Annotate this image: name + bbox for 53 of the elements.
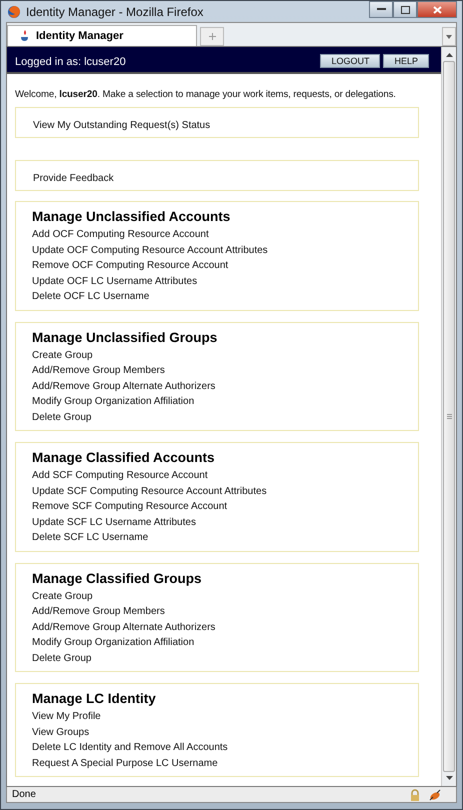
menu-link[interactable]: Delete Group: [32, 650, 92, 666]
section-heading: Manage Unclassified Accounts: [32, 208, 230, 226]
menu-link[interactable]: Modify Group Organization Affiliation: [32, 394, 194, 410]
menu-link[interactable]: Update SCF LC Username Attributes: [32, 514, 196, 530]
minimize-button[interactable]: [369, 1, 393, 18]
menu-link[interactable]: Create Group: [32, 348, 93, 363]
menu-link[interactable]: Add/Remove Group Members: [32, 363, 165, 378]
menu-link[interactable]: Update OCF LC Username Attributes: [32, 274, 198, 289]
menu-link[interactable]: Delete Group: [32, 410, 92, 425]
menu-link[interactable]: View Groups: [32, 724, 90, 740]
menu-link[interactable]: Add SCF Computing Resource Account: [32, 468, 208, 484]
minimize-icon: [376, 8, 386, 11]
menu-link[interactable]: Delete OCF LC Username: [32, 289, 150, 304]
maximize-icon: [400, 6, 410, 14]
status-text: Done: [12, 789, 37, 800]
menu-link[interactable]: Request A Special Purpose LC Username: [32, 756, 218, 771]
menu-link[interactable]: Update SCF Computing Resource Account Attributes: [32, 484, 267, 499]
tab-list-button[interactable]: [442, 27, 456, 46]
maximize-button[interactable]: [393, 1, 417, 18]
menu-link[interactable]: Add/Remove Group Members: [32, 604, 165, 620]
menu-link[interactable]: View My Outstanding Request(s) Status: [33, 120, 210, 131]
menu-link[interactable]: Provide Feedback: [33, 173, 114, 184]
menu-link[interactable]: Create Group: [32, 588, 93, 604]
menu-link[interactable]: Delete SCF LC Username: [32, 530, 148, 546]
menu-link[interactable]: Add/Remove Group Alternate Authorizers: [32, 378, 216, 394]
browser-tab[interactable]: Identity Manager: [7, 25, 197, 46]
section-heading: Manage LC Identity: [32, 690, 156, 708]
scroll-up-icon[interactable]: [446, 53, 452, 57]
menu-link[interactable]: Remove SCF Computing Resource Account: [32, 499, 228, 514]
caret-icon: [446, 34, 452, 38]
menu-link[interactable]: Delete LC Identity and Remove All Accounts: [32, 740, 228, 756]
menu-link[interactable]: Remove OCF Computing Resource Account: [32, 258, 228, 274]
menu-link[interactable]: Modify Group Organization Affiliation: [32, 635, 194, 650]
menu-link[interactable]: View My Profile: [32, 709, 101, 724]
close-button[interactable]: [417, 1, 457, 18]
lock-icon: [410, 788, 420, 800]
scrollbar[interactable]: [441, 47, 456, 786]
plus-icon: [208, 33, 216, 40]
welcome-message: Welcome, lcuser20. Make a selection to manage your work items, requests, or delegations.: [15, 89, 397, 100]
browser-logo-icon: [7, 4, 21, 18]
menu-link[interactable]: Add OCF Computing Resource Account: [32, 227, 209, 242]
logged-in-label: Logged in as: lcuser20: [15, 56, 126, 68]
menu-link[interactable]: Add/Remove Group Alternate Authorizers: [32, 620, 216, 635]
menu-link[interactable]: Update OCF Computing Resource Account Attributes: [32, 242, 268, 258]
close-icon: [432, 6, 442, 14]
scroll-thumb[interactable]: [443, 61, 455, 772]
section-heading: Manage Classified Groups: [32, 570, 202, 588]
logout-button[interactable]: LOGOUT: [320, 54, 380, 68]
help-button[interactable]: HELP: [383, 54, 429, 68]
section-heading: Manage Unclassified Groups: [32, 328, 218, 347]
scroll-down-icon[interactable]: [446, 776, 452, 780]
section-heading: Manage Classified Accounts: [32, 449, 215, 467]
window-title: Identity Manager - Mozilla Firefox: [26, 4, 204, 18]
